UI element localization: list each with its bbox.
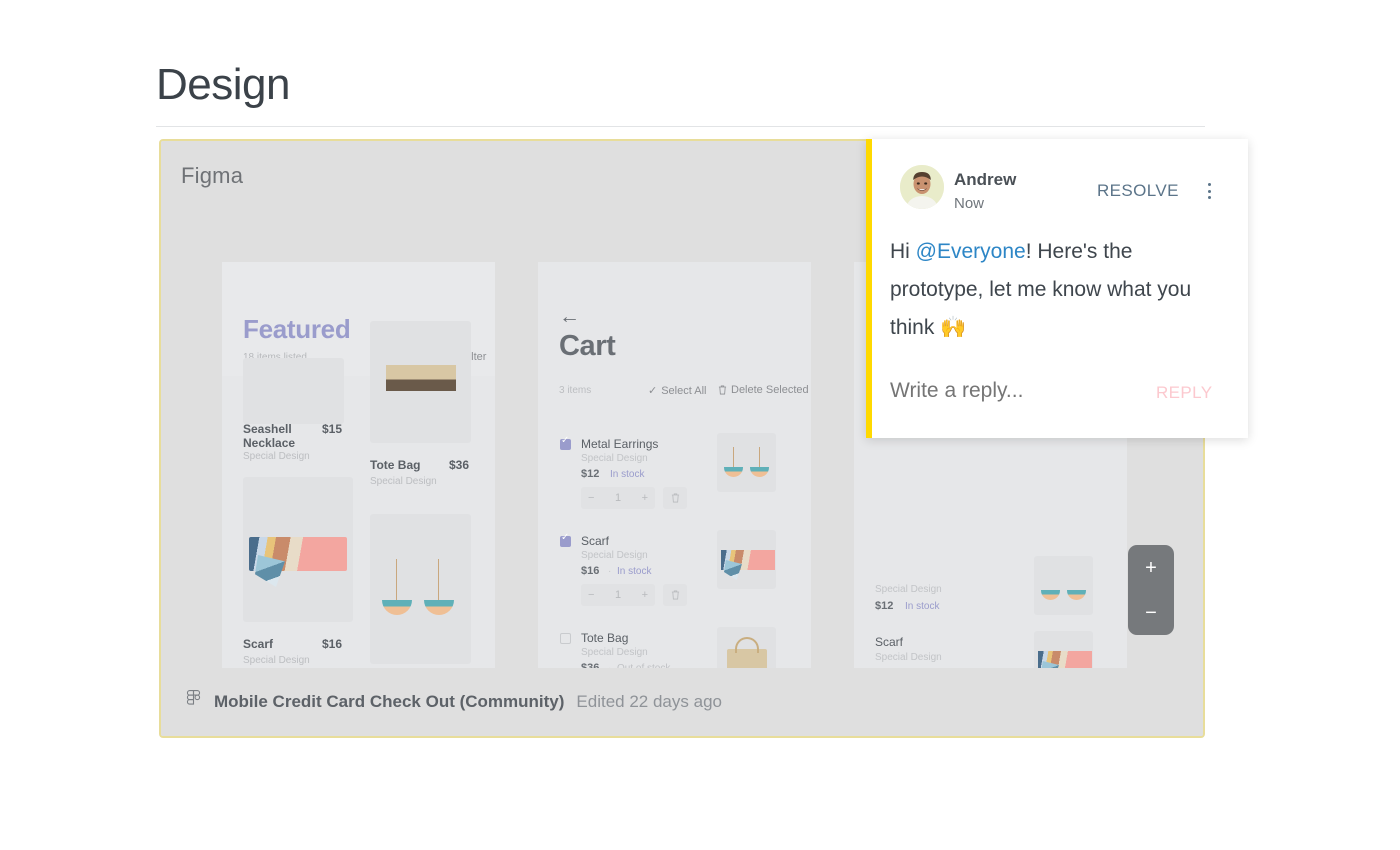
avatar[interactable] bbox=[900, 165, 944, 209]
cart-item-sub: Special Design bbox=[581, 453, 648, 464]
tote-handle-artwork bbox=[735, 637, 759, 653]
trash-icon bbox=[671, 590, 679, 600]
cart-item-price: $16 bbox=[581, 565, 600, 577]
cart-item-checkbox[interactable] bbox=[560, 436, 571, 450]
earring-left-artwork bbox=[733, 447, 734, 469]
comment-mention[interactable]: @Everyone bbox=[916, 240, 1026, 263]
product-sub-scarf: Special Design bbox=[243, 655, 310, 666]
earring-left-disc bbox=[382, 600, 412, 615]
tote-bag-artwork bbox=[386, 365, 456, 391]
product-price-tote: $36 bbox=[449, 458, 470, 472]
earring-left-disc bbox=[1041, 590, 1060, 600]
qty-decrement-button[interactable]: − bbox=[588, 492, 594, 504]
product-image-seashell[interactable] bbox=[243, 358, 344, 424]
reply-input[interactable] bbox=[890, 379, 1120, 403]
cart-quantity-stepper[interactable]: − 1 + bbox=[581, 584, 655, 606]
zoom-in-button[interactable]: + bbox=[1145, 558, 1157, 578]
qty-decrement-button[interactable]: − bbox=[588, 589, 594, 601]
earring-left-disc bbox=[724, 467, 743, 477]
checkout-item-thumbnail bbox=[1034, 556, 1093, 615]
avatar-photo bbox=[900, 165, 944, 209]
comment-card: Andrew Now RESOLVE Hi @Everyone! Here's … bbox=[866, 139, 1248, 438]
earring-right-disc bbox=[750, 467, 769, 477]
zoom-out-button[interactable]: − bbox=[1145, 603, 1157, 623]
embed-file-edited: Edited 22 days ago bbox=[576, 692, 722, 711]
canvas-zoom-controls[interactable]: + − bbox=[1128, 545, 1174, 635]
trash-icon bbox=[671, 493, 679, 503]
product-sub-tote: Special Design bbox=[370, 476, 437, 487]
earring-right-artwork bbox=[759, 447, 760, 469]
product-price-scarf: $16 bbox=[322, 637, 343, 651]
qty-value: 1 bbox=[614, 492, 622, 504]
cart-item-sub: Special Design bbox=[581, 550, 648, 561]
earring-right-disc bbox=[1067, 590, 1086, 600]
cart-select-all-button[interactable]: ✓ Select All bbox=[648, 384, 707, 398]
cart-item-delete-button[interactable] bbox=[663, 584, 687, 606]
figma-logo-icon bbox=[186, 689, 201, 705]
qty-increment-button[interactable]: + bbox=[642, 492, 648, 504]
checkout-item-sub: Special Design bbox=[875, 584, 942, 595]
cart-item-stock: In stock bbox=[610, 469, 645, 480]
product-price-seashell: $15 bbox=[322, 422, 343, 436]
checkout-item-name: Scarf bbox=[875, 635, 904, 649]
qty-increment-button[interactable]: + bbox=[642, 589, 648, 601]
checkout-item-stock: In stock bbox=[905, 601, 940, 612]
cart-item-price: $12 bbox=[581, 468, 600, 480]
mockup-frame-cart[interactable]: ← Cart 3 items ✓ Select All Delete Selec… bbox=[538, 262, 811, 668]
product-image-scarf[interactable] bbox=[243, 477, 353, 622]
cart-item-name: Metal Earrings bbox=[581, 437, 659, 451]
embed-source-label: Figma bbox=[181, 163, 244, 188]
comment-body: Hi @Everyone! Here's the prototype, let … bbox=[890, 233, 1230, 347]
cart-item-count: 3 items bbox=[559, 385, 592, 396]
checkout-item-sub: Special Design bbox=[875, 652, 942, 663]
cart-quantity-stepper[interactable]: − 1 + bbox=[581, 487, 655, 509]
cart-item-delete-button[interactable] bbox=[663, 487, 687, 509]
cart-item-thumbnail bbox=[717, 627, 776, 668]
cart-item-name: Tote Bag bbox=[581, 631, 629, 645]
cart-item-name: Scarf bbox=[581, 534, 610, 548]
trash-icon bbox=[718, 385, 727, 395]
kebab-menu-icon[interactable] bbox=[1202, 180, 1216, 202]
cart-item-checkbox[interactable] bbox=[560, 533, 571, 547]
product-name-scarf: Scarf bbox=[243, 637, 274, 651]
product-sub-seashell: Special Design bbox=[243, 451, 310, 462]
qty-value: 1 bbox=[614, 589, 622, 601]
comment-body-prefix: Hi bbox=[890, 240, 916, 263]
cart-delete-selected-button[interactable]: Delete Selected bbox=[718, 384, 809, 396]
cart-item-checkbox[interactable] bbox=[560, 633, 571, 644]
resolve-button[interactable]: RESOLVE bbox=[1097, 181, 1179, 201]
reply-button[interactable]: REPLY bbox=[1156, 383, 1213, 403]
cart-delete-selected-label: Delete Selected bbox=[731, 384, 809, 396]
cart-item-stock: In stock bbox=[617, 566, 652, 577]
checkout-item-thumbnail bbox=[1034, 631, 1093, 668]
earring-right-artwork bbox=[438, 559, 439, 603]
check-icon: ✓ bbox=[648, 385, 658, 397]
product-image-tote[interactable] bbox=[370, 321, 471, 443]
comment-timestamp: Now bbox=[954, 195, 985, 212]
comment-author: Andrew bbox=[954, 170, 1017, 189]
featured-heading: Featured bbox=[243, 314, 351, 344]
cart-item-thumbnail bbox=[717, 433, 776, 492]
embed-footer: Mobile Credit Card Check Out (Community)… bbox=[161, 668, 1203, 736]
back-arrow-icon[interactable]: ← bbox=[559, 306, 580, 327]
product-name-seashell: Seashell Necklace bbox=[243, 422, 296, 450]
cart-item-sub: Special Design bbox=[581, 647, 648, 658]
earring-right-disc bbox=[424, 600, 454, 615]
product-name-tote: Tote Bag bbox=[370, 458, 421, 472]
checkout-item-price: $12 bbox=[875, 600, 894, 612]
comment-accent-bar bbox=[866, 139, 872, 438]
cart-item-separator: · bbox=[608, 566, 612, 577]
title-divider bbox=[156, 126, 1205, 127]
earring-left-artwork bbox=[396, 559, 397, 603]
cart-heading: Cart bbox=[559, 330, 616, 362]
product-image-earrings[interactable] bbox=[370, 514, 471, 664]
cart-select-all-label: Select All bbox=[661, 384, 707, 397]
mockup-frame-featured[interactable]: Featured 18 items listed Sort ⌄ Filter S… bbox=[222, 262, 495, 668]
cart-item-thumbnail bbox=[717, 530, 776, 589]
embed-file-name[interactable]: Mobile Credit Card Check Out (Community) bbox=[214, 692, 564, 712]
page-title: Design bbox=[156, 60, 290, 109]
